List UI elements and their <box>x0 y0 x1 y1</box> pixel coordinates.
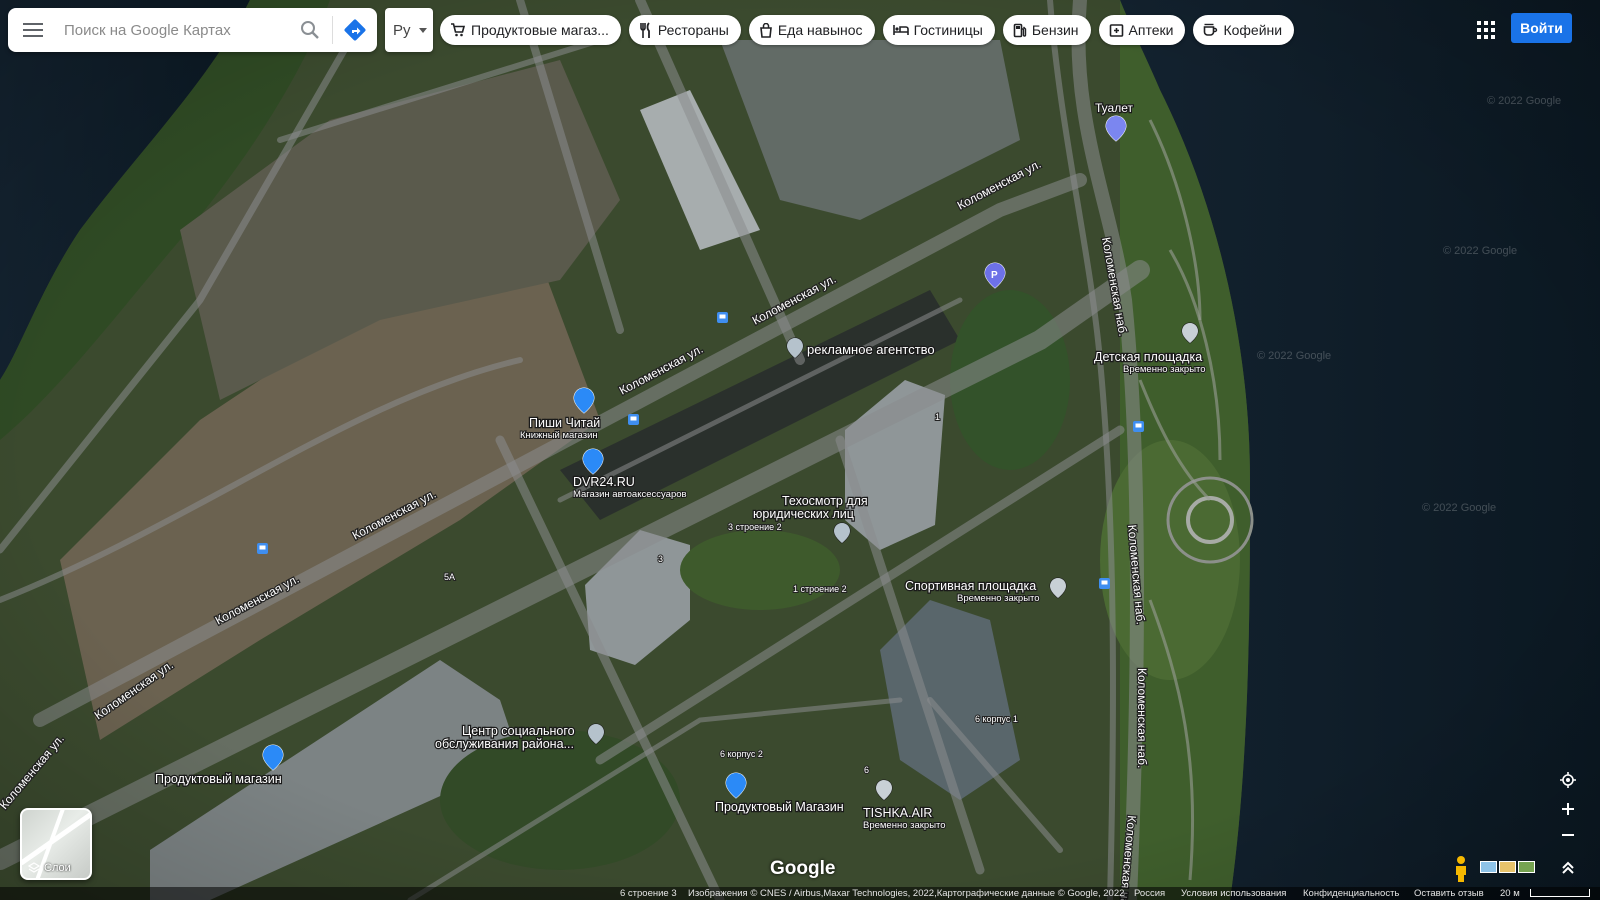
map-type-thumbnails[interactable] <box>1480 861 1535 873</box>
watermark: © 2022 Google <box>1422 502 1497 514</box>
language-select[interactable]: Ру <box>385 8 433 52</box>
chip-pharmacies[interactable]: Аптеки <box>1098 15 1186 45</box>
google-logo: Google <box>770 858 836 879</box>
building-label: 6 <box>864 765 869 775</box>
chevron-up-icon <box>1562 861 1574 874</box>
footer-scale[interactable]: 20 м <box>1500 887 1520 900</box>
google-apps-button[interactable] <box>1468 12 1504 48</box>
category-chips: Продуктовые магаз... Рестораны Еда навын… <box>440 15 1295 45</box>
plus-icon <box>1562 803 1574 815</box>
place-name: Туалет <box>1095 101 1133 115</box>
search-input[interactable] <box>58 10 288 50</box>
chip-hotels[interactable]: Гостиницы <box>882 15 995 45</box>
place-category: Магазин автоаксессуаров <box>573 489 687 500</box>
watermark: © 2022 Google <box>1487 95 1562 107</box>
bus-stop-icon[interactable] <box>1099 578 1110 589</box>
footer-attribution: Изображения © CNES / Airbus,Maxar Techno… <box>688 888 1125 899</box>
layers-button[interactable]: Слои <box>20 808 92 880</box>
layers-label: Слои <box>44 862 71 874</box>
map-thumbnail[interactable] <box>1499 861 1516 873</box>
search-box <box>8 8 377 52</box>
place-name: Продуктовый магазин <box>155 772 282 786</box>
chip-grocery[interactable]: Продуктовые магаз... <box>440 15 621 45</box>
hamburger-icon <box>23 23 43 37</box>
terrain-thumbnail[interactable] <box>1480 861 1497 873</box>
building-label: 5А <box>444 572 455 582</box>
bus-stop-icon[interactable] <box>257 543 268 554</box>
chip-label: Рестораны <box>657 22 729 38</box>
fork-knife-icon <box>640 22 650 38</box>
chip-coffee[interactable]: Кофейни <box>1193 15 1295 45</box>
building-label: 3 <box>658 554 663 564</box>
footer-privacy-link[interactable]: Конфиденциальность <box>1303 887 1399 900</box>
crosshair-icon <box>1560 772 1576 788</box>
place-name: рекламное агентство <box>807 342 935 357</box>
fuel-pump-icon <box>1013 23 1027 37</box>
bus-stop-icon[interactable] <box>628 414 639 425</box>
watermark: © 2022 Google <box>1443 245 1518 257</box>
building-label: 3 строение 2 <box>728 522 782 532</box>
bus-stop-icon[interactable] <box>1133 421 1144 432</box>
chip-takeout[interactable]: Еда навынос <box>748 15 875 45</box>
apps-grid-icon <box>1477 21 1495 39</box>
place-status: Временно закрыто <box>863 820 946 831</box>
building-label: 1 строение 2 <box>793 584 847 594</box>
minus-icon <box>1562 834 1574 836</box>
satellite-map[interactable]: Коломенская ул. Коломенская ул. Коломенс… <box>0 0 1600 900</box>
chip-label: Продуктовые магаз... <box>471 22 609 38</box>
pharmacy-icon <box>1109 24 1123 37</box>
place-status: Временно закрыто <box>1123 364 1206 375</box>
layers-icon <box>28 862 40 873</box>
place-name: TISHKA.AIR <box>863 806 932 820</box>
chip-label: Аптеки <box>1128 22 1174 38</box>
place-category: Книжный магазин <box>520 430 598 441</box>
expand-button[interactable] <box>1557 857 1579 879</box>
street-label: Коломенская наб. <box>1135 668 1149 768</box>
zoom-in-button[interactable] <box>1553 796 1583 822</box>
footer-country[interactable]: Россия <box>1134 887 1165 900</box>
search-icon <box>301 21 319 39</box>
coffee-cup-icon <box>1204 23 1218 36</box>
satellite-thumbnail[interactable] <box>1518 861 1535 873</box>
place-name: Пиши Читай <box>529 416 600 430</box>
layers-label-wrap: Слои <box>28 862 71 874</box>
caret-down-icon <box>419 27 427 33</box>
place-name: DVR24.RU <box>573 475 635 489</box>
place-name: Детская площадка <box>1094 350 1202 364</box>
building-label: 6 корпус 2 <box>720 749 763 759</box>
cart-icon <box>451 23 466 37</box>
language-value: Ру <box>393 21 411 39</box>
bed-icon <box>892 25 909 35</box>
footer-feedback-link[interactable]: Оставить отзыв <box>1414 887 1484 900</box>
directions-button[interactable] <box>333 8 377 52</box>
my-location-button[interactable] <box>1553 767 1583 793</box>
building-label: 1 <box>935 412 940 422</box>
svg-text:P: P <box>991 270 998 281</box>
watermark: © 2022 Google <box>1257 350 1332 362</box>
takeout-bag-icon <box>759 22 772 38</box>
sign-in-button[interactable]: Войти <box>1511 13 1572 43</box>
chip-label: Кофейни <box>1223 22 1283 38</box>
menu-button[interactable] <box>8 8 58 52</box>
chip-label: Бензин <box>1031 22 1079 38</box>
map-footer: 6 строение 3 Изображения © CNES / Airbus… <box>0 887 1600 900</box>
street-view-pegman[interactable] <box>1450 855 1472 883</box>
place-name: Продуктовый Магазин <box>715 800 844 814</box>
chip-label: Гостиницы <box>913 22 983 38</box>
search-button[interactable] <box>288 8 332 52</box>
scale-bar <box>1530 889 1590 897</box>
directions-icon <box>344 19 366 41</box>
chip-restaurants[interactable]: Рестораны <box>628 15 741 45</box>
chip-label: Еда навынос <box>777 22 863 38</box>
zoom-out-button[interactable] <box>1553 822 1583 848</box>
footer-terms-link[interactable]: Условия использования <box>1181 887 1286 900</box>
bus-stop-icon[interactable] <box>717 312 728 323</box>
pegman-icon <box>1456 856 1466 882</box>
building-label: 6 корпус 1 <box>975 714 1018 724</box>
chip-fuel[interactable]: Бензин <box>1002 15 1091 45</box>
place-name: Спортивная площадка <box>905 579 1036 593</box>
footer-building: 6 строение 3 <box>620 888 677 899</box>
place-status: Временно закрыто <box>957 593 1040 604</box>
